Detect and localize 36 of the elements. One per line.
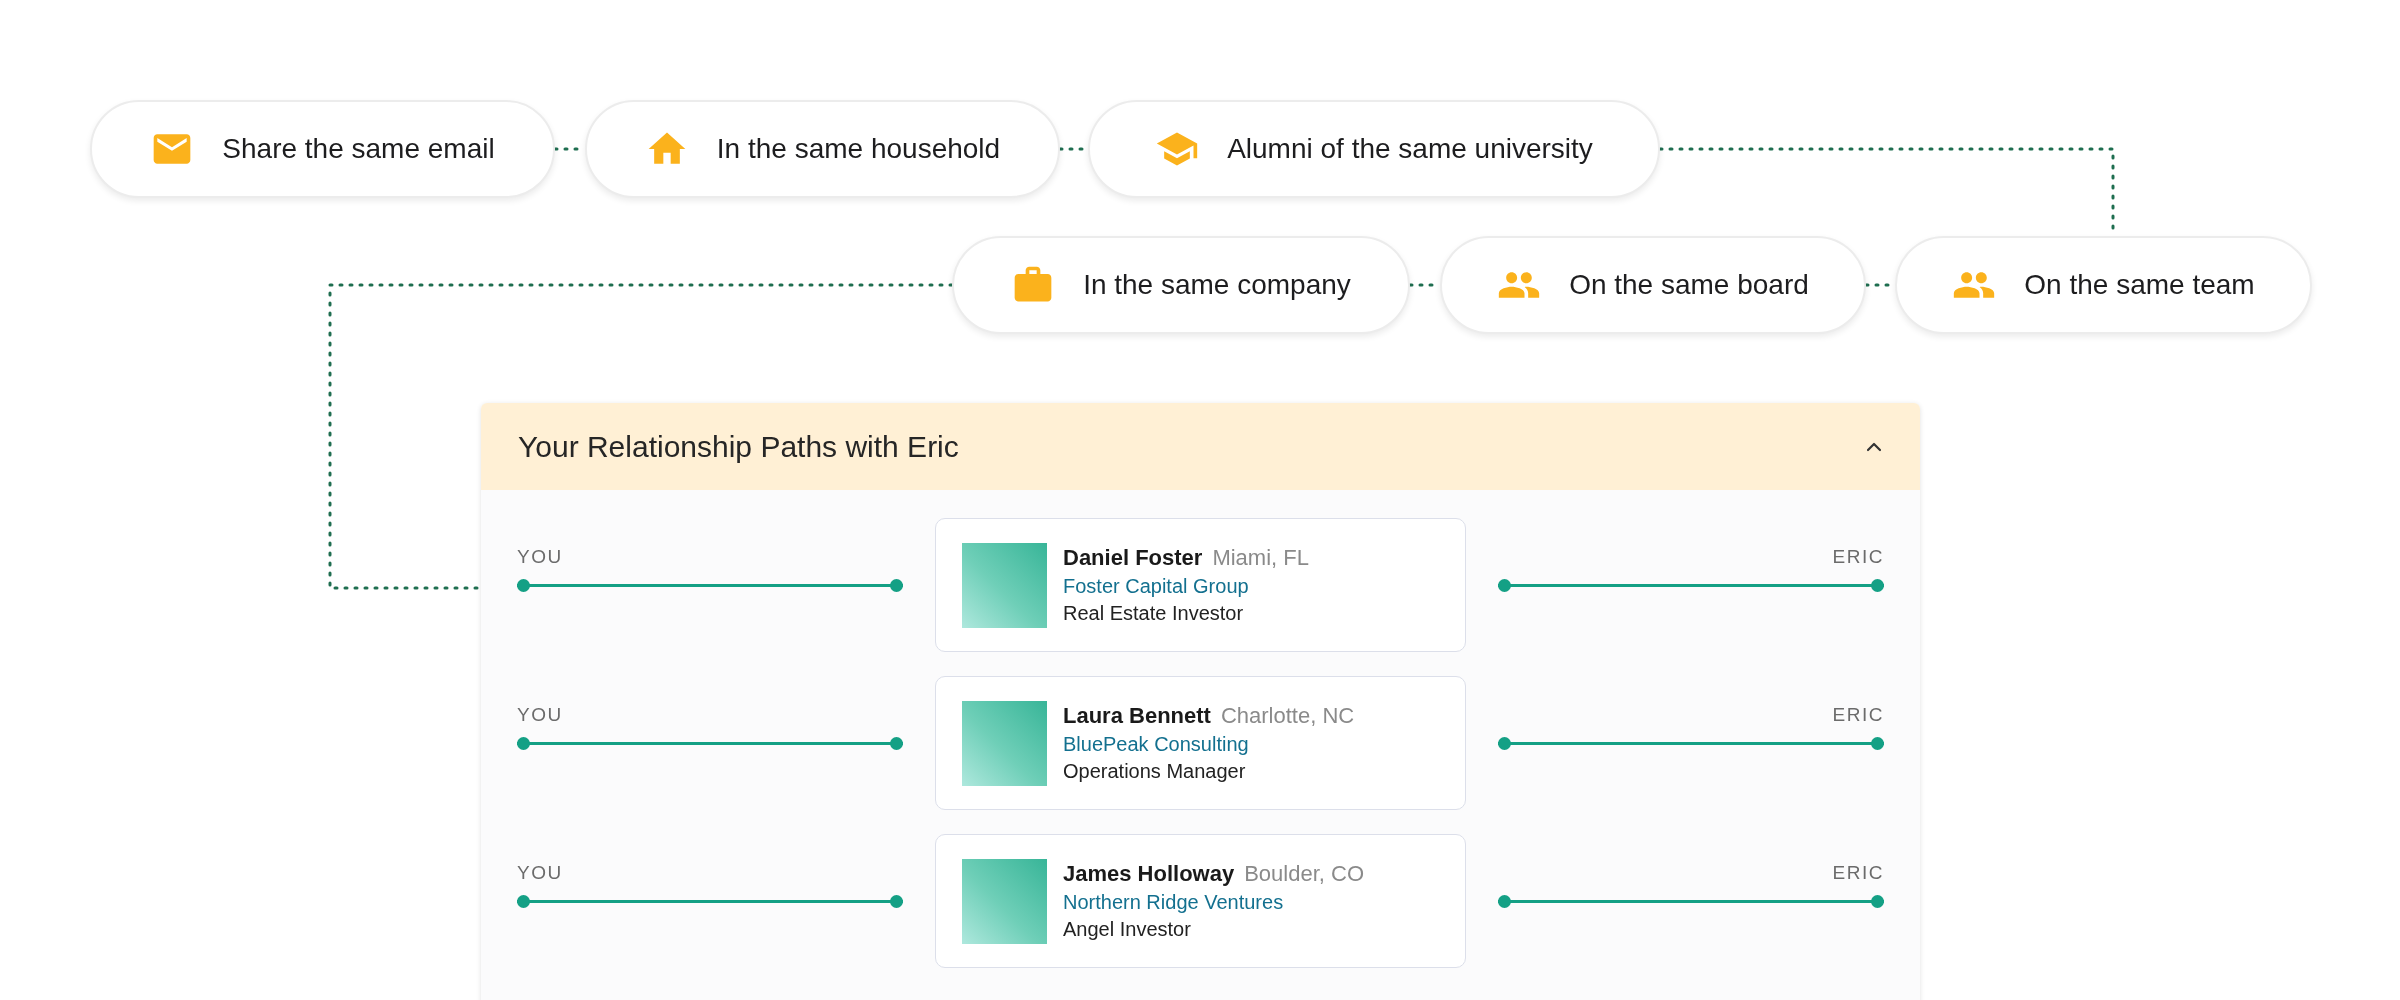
end-label: ERIC [1832,862,1884,884]
person-location: Boulder, CO [1244,861,1365,887]
person-role: Angel Investor [1063,918,1192,941]
relation-pill[interactable]: On the same team [1895,236,2312,334]
end-label: ERIC [1832,546,1884,568]
person-location: Miami, FL [1212,545,1309,571]
start-label: YOU [517,862,563,884]
company-link[interactable]: BluePeak Consulting [1063,733,1355,756]
company-link[interactable]: Northern Ridge Ventures [1063,891,1365,914]
relation-pill[interactable]: Alumni of the same university [1088,100,1660,198]
person-name: James Holloway [1063,861,1235,887]
person-name: Laura Bennett [1063,703,1211,729]
relation-label: Alumni of the same university [1227,133,1593,165]
chevron-icon[interactable] [1866,441,1882,452]
relation-label: In the same company [1083,269,1351,301]
person-card[interactable]: Daniel Foster Miami, FL Foster Capital Group Real Estate Investor [935,518,1466,652]
relation-pill[interactable]: In the same company [952,236,1410,334]
person-name: Daniel Foster [1063,545,1203,571]
person-card[interactable]: James Holloway Boulder, CO Northern Ridge Ventures Angel Investor [935,834,1466,968]
relation-pill[interactable]: On the same board [1440,236,1866,334]
relation-label: On the same board [1569,269,1809,301]
person-card[interactable]: Laura Bennett Charlotte, NC BluePeak Consulting Operations Manager [935,676,1466,810]
end-label: ERIC [1832,704,1884,726]
relation-pill[interactable]: In the same household [585,100,1060,198]
relation-label: On the same team [2024,269,2255,301]
person-location: Charlotte, NC [1220,703,1355,729]
relation-label: In the same household [716,133,1001,165]
panel-header[interactable]: Your Relationship Paths with Eric [481,403,1920,490]
relation-pill[interactable]: Share the same email [90,100,555,198]
person-role: Real Estate Investor [1063,602,1245,625]
start-label: YOU [517,704,563,726]
company-link[interactable]: Foster Capital Group [1063,575,1309,598]
start-label: YOU [517,546,563,568]
panel-title: Your Relationship Paths with Eric [518,429,959,464]
relation-label: Share the same email [222,133,495,165]
person-role: Operations Manager [1063,760,1247,783]
